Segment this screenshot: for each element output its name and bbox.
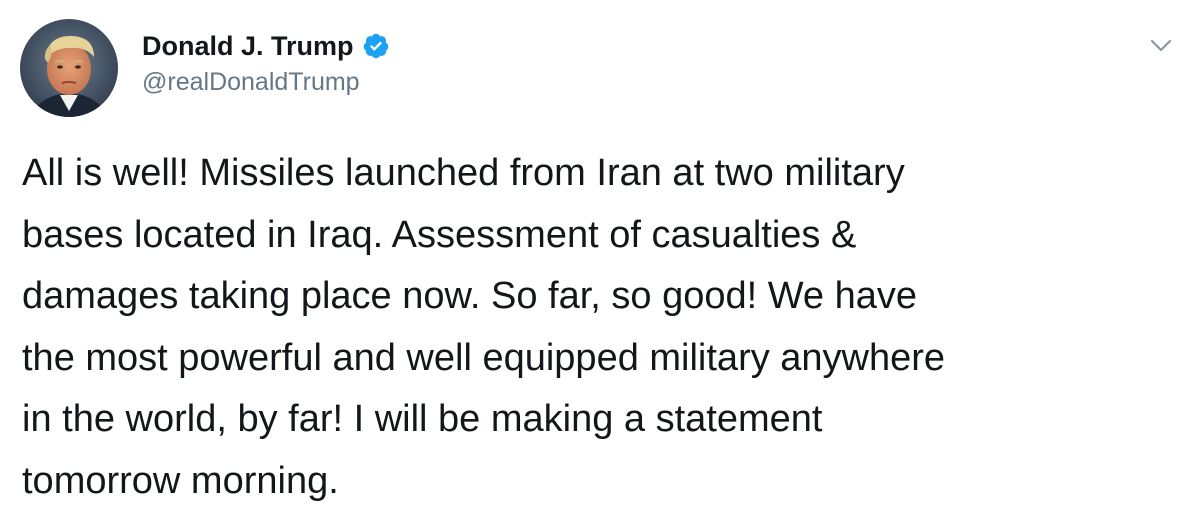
tweet-text-line: in the world, by far! I will be making a… (22, 398, 823, 440)
verified-badge-icon (362, 32, 390, 60)
author-info: Donald J. Trump @realDonaldTrump (142, 29, 390, 99)
tweet-text-line: the most powerful and well equipped mili… (22, 336, 946, 379)
user-handle[interactable]: @realDonaldTrump (142, 65, 390, 99)
tweet-card: Donald J. Trump @realDonaldTrump All is … (0, 0, 1200, 528)
display-name[interactable]: Donald J. Trump (142, 29, 354, 63)
tweet-text-line: damages taking place now. So far, so goo… (22, 275, 917, 317)
tweet-text-line: All is well! Missiles launched from Iran… (22, 152, 905, 194)
tweet-header: Donald J. Trump @realDonaldTrump (20, 18, 390, 118)
tweet-text-line: tomorrow morning. (22, 459, 339, 502)
avatar[interactable] (20, 19, 118, 117)
tweet-text: All is well! Missiles launched from Iran… (22, 143, 1182, 512)
avatar-image (20, 19, 118, 117)
name-row: Donald J. Trump (142, 29, 390, 63)
tweet-text-line: bases located in Iraq. Assessment of cas… (22, 213, 857, 256)
chevron-down-icon[interactable] (1148, 32, 1174, 58)
